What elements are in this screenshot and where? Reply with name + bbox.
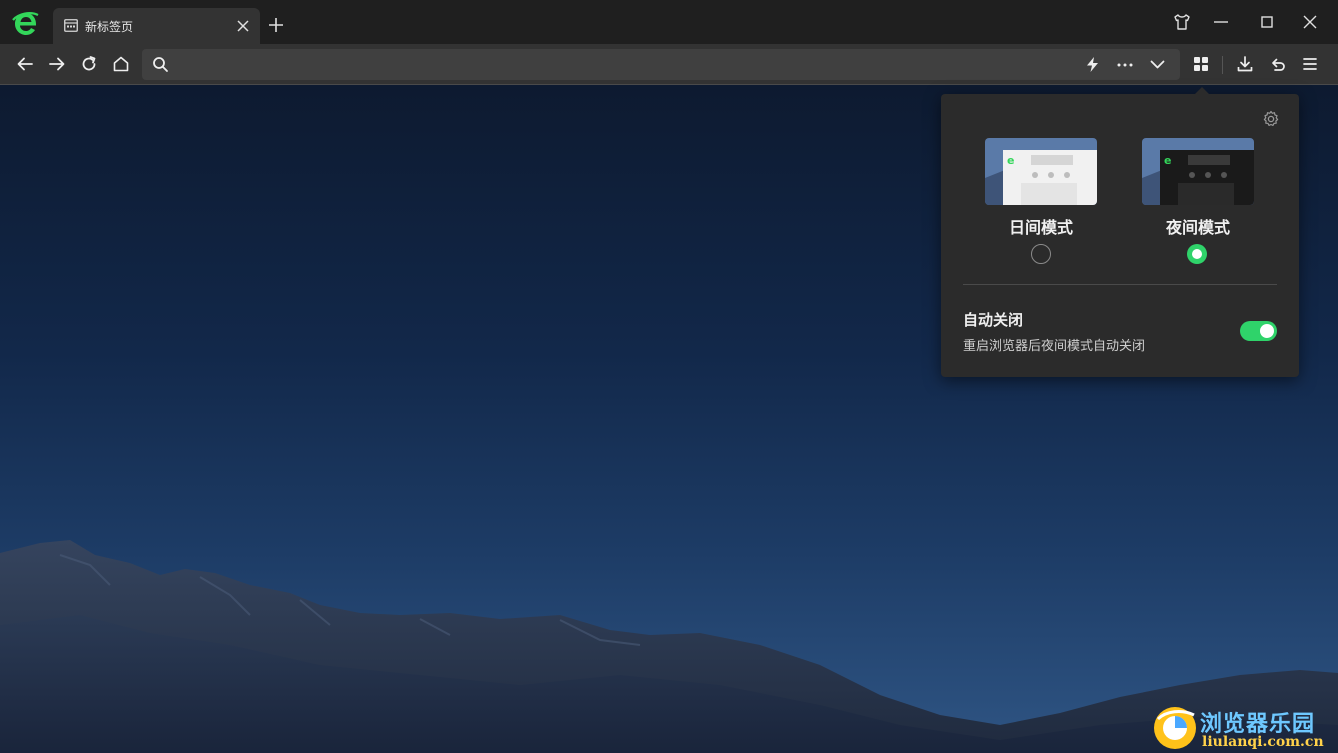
minimize-icon[interactable] — [1211, 12, 1231, 32]
maximize-icon[interactable] — [1257, 12, 1277, 32]
skin-shirt-icon[interactable] — [1172, 12, 1192, 32]
undo-icon[interactable] — [1269, 55, 1287, 73]
search-icon — [153, 57, 168, 72]
chevron-down-icon[interactable] — [1149, 56, 1166, 73]
auto-close-description: 重启浏览器后夜间模式自动关闭 — [963, 339, 1146, 354]
apps-grid-icon[interactable] — [1192, 55, 1210, 73]
address-input[interactable] — [176, 49, 1076, 80]
more-dots-icon[interactable] — [1116, 56, 1134, 73]
title-bar: 新标签页 — [0, 0, 1338, 44]
toolbar — [0, 44, 1338, 85]
popup-arrow — [1195, 87, 1209, 94]
auto-close-title: 自动关闭 — [963, 311, 1024, 329]
forward-arrow-icon[interactable] — [48, 55, 66, 73]
lightning-icon[interactable] — [1084, 56, 1101, 73]
plus-icon[interactable] — [268, 17, 284, 33]
watermark-url: liulanqi.com.cn — [1202, 734, 1324, 750]
tab-new-tab[interactable]: 新标签页 — [53, 8, 260, 44]
night-mode-radio[interactable] — [1187, 244, 1207, 264]
auto-close-toggle[interactable] — [1240, 321, 1277, 341]
watermark-logo-icon — [1154, 707, 1196, 749]
night-mode-panel: e 日间模式 e 夜间模式 自动关闭 重启浏览器后夜间模式自动关闭 — [941, 87, 1299, 377]
night-mode-label: 夜间模式 — [1165, 218, 1230, 237]
refresh-icon[interactable] — [80, 55, 98, 73]
download-icon[interactable] — [1236, 55, 1254, 73]
gear-icon[interactable] — [1262, 110, 1280, 128]
address-bar[interactable] — [142, 49, 1180, 80]
close-icon[interactable] — [236, 19, 250, 33]
day-mode-label: 日间模式 — [1008, 218, 1073, 237]
browser-logo-icon[interactable] — [12, 10, 40, 38]
svg-text:e: e — [1007, 154, 1014, 167]
panel-divider — [963, 284, 1277, 285]
toolbar-separator — [1222, 56, 1223, 74]
svg-text:e: e — [1164, 154, 1171, 167]
watermark: 浏览器乐园 liulanqi.com.cn — [1150, 703, 1338, 753]
home-icon[interactable] — [112, 55, 130, 73]
tab-title: 新标签页 — [85, 20, 134, 34]
back-arrow-icon[interactable] — [16, 55, 34, 73]
day-mode-radio[interactable] — [1031, 244, 1051, 264]
window-close-icon[interactable] — [1300, 12, 1320, 32]
day-mode-thumbnail[interactable]: e — [985, 138, 1097, 205]
night-mode-thumbnail[interactable]: e — [1142, 138, 1254, 205]
tab-page-icon — [64, 19, 78, 32]
menu-icon[interactable] — [1301, 55, 1319, 73]
